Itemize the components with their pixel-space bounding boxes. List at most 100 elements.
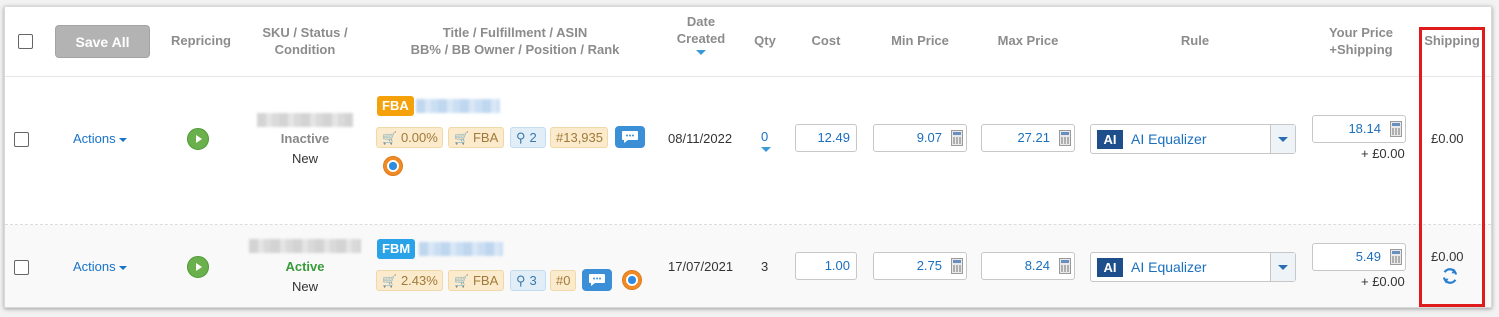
header-divider: [5, 76, 1491, 77]
actions-label: Actions: [73, 259, 116, 274]
row-2-rule-select[interactable]: AI AI Equalizer: [1090, 252, 1296, 282]
header-your-price-line1: Your Price: [1328, 25, 1394, 40]
row-1-date: 08/11/2022: [668, 131, 733, 146]
rank-value: #0: [556, 273, 571, 288]
buybox-orb-icon[interactable]: [383, 156, 403, 176]
row-1-your-price-input[interactable]: 18.14: [1312, 115, 1406, 143]
row-2-cost-input[interactable]: 1.00: [795, 252, 857, 280]
cart-icon: 🛒: [382, 130, 397, 145]
header-cost: Cost: [811, 33, 841, 48]
row-1-qty[interactable]: 0: [761, 129, 768, 144]
header-sku-line2: Condition: [274, 42, 336, 57]
chevron-down-icon[interactable]: [1270, 125, 1295, 153]
min-price-value: 9.07: [916, 130, 942, 145]
header-your-price-line2: +Shipping: [1329, 42, 1393, 57]
calculator-icon[interactable]: [951, 130, 963, 146]
row-1-min-price-input[interactable]: 9.07: [873, 124, 967, 152]
row-2-min-price-input[interactable]: 2.75: [873, 252, 967, 280]
sort-down-icon[interactable]: [761, 147, 771, 152]
row-1-rule-select[interactable]: AI AI Equalizer: [1090, 124, 1296, 154]
row-2-position-chip: ⚲ 3: [510, 270, 546, 291]
row-2-date: 17/07/2021: [668, 259, 734, 274]
header-repricing: Repricing: [171, 33, 231, 48]
cart-icon: 🛒: [454, 273, 469, 288]
chat-icon[interactable]: [615, 126, 645, 148]
rank-value: #13,935: [556, 130, 603, 145]
play-icon[interactable]: [187, 256, 209, 278]
caret-down-icon: [118, 137, 127, 142]
row-2-fulfillment-tag: FBM: [377, 239, 416, 259]
header-max-price: Max Price: [997, 33, 1059, 48]
row-1-actions-dropdown[interactable]: Actions: [73, 131, 127, 146]
ai-badge: AI: [1097, 258, 1123, 277]
shipping-column-highlight: [1419, 27, 1485, 307]
row-1-checkbox[interactable]: [14, 132, 29, 147]
bb-owner-value: FBA: [472, 130, 499, 145]
cart-icon: 🛒: [382, 273, 397, 288]
row-1-title-redacted[interactable]: [416, 99, 500, 113]
header-sku: SKU / Status / Condition: [245, 24, 365, 58]
calculator-icon[interactable]: [1390, 121, 1402, 137]
sort-down-icon: [696, 50, 706, 55]
header-sku-line1: SKU / Status /: [262, 25, 348, 40]
row-divider: [5, 224, 1491, 225]
row-2-rank-chip: #0: [550, 270, 576, 291]
ai-badge: AI: [1097, 130, 1123, 149]
row-2-title-redacted[interactable]: [419, 242, 503, 256]
max-price-value: 8.24: [1024, 258, 1050, 273]
save-all-button[interactable]: Save All: [55, 25, 150, 58]
caret-down-icon: [118, 265, 127, 270]
min-price-value: 2.75: [916, 258, 942, 273]
row-2-max-price-input[interactable]: 8.24: [981, 252, 1075, 280]
cart-icon: 🛒: [454, 130, 469, 145]
row-2-actions-dropdown[interactable]: Actions: [73, 259, 127, 274]
row-1-condition: New: [291, 151, 318, 166]
row-2-your-price-input[interactable]: 5.49: [1312, 243, 1406, 271]
rule-name: AI Equalizer: [1131, 131, 1207, 147]
your-price-value: 18.14: [1348, 121, 1381, 136]
header-title: Title / Fulfillment / ASIN BB% / BB Owne…: [390, 24, 640, 58]
row-1-fulfillment-tag: FBA: [377, 96, 414, 116]
header-title-line1: Title / Fulfillment / ASIN: [442, 25, 588, 40]
row-1-bb-owner-chip: 🛒 FBA: [448, 127, 504, 148]
row-2-sku-redacted: [249, 239, 361, 253]
chat-icon[interactable]: [582, 269, 612, 291]
location-pin-icon: ⚲: [516, 129, 526, 145]
select-all-checkbox[interactable]: [18, 34, 33, 49]
position-value: 3: [529, 273, 537, 288]
row-1-status: Inactive: [280, 131, 330, 146]
play-icon[interactable]: [187, 128, 209, 150]
row-1-cost-input[interactable]: 12.49: [795, 124, 857, 152]
rule-name: AI Equalizer: [1131, 259, 1207, 275]
calculator-icon[interactable]: [1059, 130, 1071, 146]
your-price-value: 5.49: [1355, 249, 1381, 264]
header-date-line2: Created: [676, 31, 726, 46]
row-1-max-price-input[interactable]: 27.21: [981, 124, 1075, 152]
row-1-rank-chip: #13,935: [550, 127, 608, 148]
bb-percent-value: 2.43%: [400, 273, 438, 288]
header-date-created[interactable]: Date Created: [665, 13, 737, 55]
buybox-orb-icon[interactable]: [622, 270, 642, 290]
location-pin-icon: ⚲: [516, 272, 526, 288]
row-2-qty: 3: [761, 259, 769, 274]
row-2-bb-owner-chip: 🛒 FBA: [448, 270, 504, 291]
header-rule: Rule: [1180, 33, 1210, 48]
calculator-icon[interactable]: [1390, 249, 1402, 265]
row-1-sku-redacted: [257, 113, 353, 127]
chevron-down-icon[interactable]: [1270, 253, 1295, 281]
row-2-checkbox[interactable]: [14, 260, 29, 275]
row-2-bb-percent-chip: 🛒 2.43%: [376, 270, 443, 291]
calculator-icon[interactable]: [951, 258, 963, 274]
header-date-line1: Date: [686, 14, 716, 29]
bb-percent-value: 0.00%: [400, 130, 438, 145]
row-1-plus-shipping: + £0.00: [1361, 146, 1405, 161]
bb-owner-value: FBA: [472, 273, 499, 288]
row-2-status: Active: [285, 259, 325, 274]
actions-label: Actions: [73, 131, 116, 146]
row-1-bb-percent-chip: 🛒 0.00%: [376, 127, 443, 148]
header-qty: Qty: [754, 33, 776, 48]
calculator-icon[interactable]: [1059, 258, 1071, 274]
row-2-condition: New: [291, 279, 318, 294]
header-your-price: Your Price +Shipping: [1305, 24, 1417, 58]
repricer-table: Save All Repricing SKU / Status / Condit…: [4, 6, 1492, 308]
